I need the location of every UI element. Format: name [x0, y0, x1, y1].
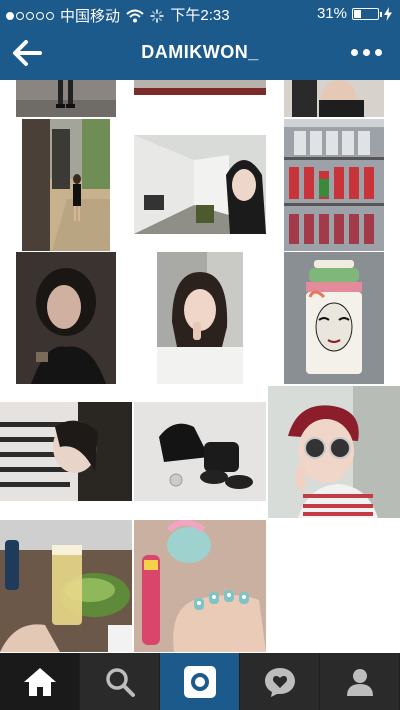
- battery-percent: 31%: [316, 5, 347, 22]
- more-options-button[interactable]: [351, 49, 382, 56]
- search-icon: [105, 667, 135, 697]
- home-icon: [23, 667, 56, 696]
- photo-black-bag-shoes[interactable]: [134, 402, 266, 501]
- photo-selfie-dark[interactable]: [16, 252, 116, 384]
- profile-icon: [346, 668, 373, 696]
- photo-beer-salad[interactable]: [0, 520, 132, 652]
- camera-icon: [183, 665, 216, 698]
- photo-selfie-hallway[interactable]: [134, 135, 266, 234]
- photo-street-walk[interactable]: [22, 119, 110, 251]
- tab-explore[interactable]: [80, 653, 160, 710]
- tab-bar: [0, 653, 400, 710]
- photo-selfie-hand-chin[interactable]: [157, 252, 243, 384]
- tab-activity[interactable]: [240, 653, 320, 710]
- photo-woman-black-top[interactable]: [284, 80, 384, 117]
- tab-camera[interactable]: [160, 653, 240, 710]
- photo-nails-pony[interactable]: [134, 520, 266, 652]
- charging-bolt-icon: [384, 6, 392, 21]
- photo-grid: [0, 80, 400, 653]
- tab-home[interactable]: [0, 653, 80, 710]
- header: DAMIKWON_: [0, 27, 400, 80]
- photo-fridge-drinks[interactable]: [284, 119, 384, 251]
- photo-street-legs[interactable]: [16, 80, 116, 117]
- photo-striped-shirt-selfie[interactable]: [0, 402, 132, 501]
- status-right: 31%: [317, 5, 392, 22]
- page-title: DAMIKWON_: [141, 42, 259, 62]
- battery-fill: [354, 9, 361, 18]
- photo-shoes-floor[interactable]: [134, 80, 266, 95]
- battery-icon: [352, 7, 382, 20]
- tab-profile[interactable]: [320, 653, 400, 710]
- photo-face-vase[interactable]: [284, 252, 384, 384]
- status-bar: 中国移动 下午2:33 31%: [0, 0, 400, 27]
- heart-bubble-icon: [264, 667, 295, 697]
- ellipsis-icon: [351, 49, 358, 56]
- photo-sunglasses-cap-selfie[interactable]: [268, 386, 400, 518]
